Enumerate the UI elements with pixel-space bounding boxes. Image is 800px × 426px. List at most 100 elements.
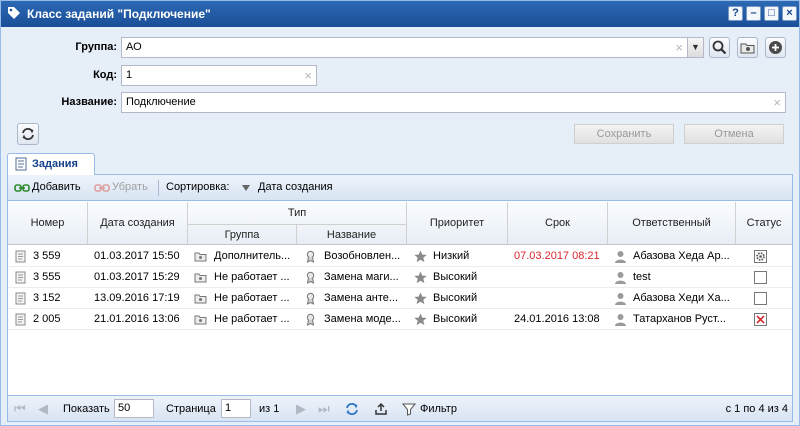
maximize-button[interactable]: □ xyxy=(764,6,779,21)
task-priority: Высокий xyxy=(433,313,478,325)
name-value: Подключение xyxy=(126,96,196,108)
task-document-icon xyxy=(15,250,26,263)
task-group: Не работает ... xyxy=(214,313,290,325)
status-cancelled-icon[interactable] xyxy=(754,313,767,326)
table-row[interactable]: 3 559 01.03.2017 15:50 Дополнитель... Возоб… xyxy=(8,246,792,267)
folder-icon xyxy=(194,252,207,262)
name-input[interactable]: Подключение × xyxy=(121,92,786,113)
award-ribbon-icon xyxy=(306,313,315,326)
group-combo-input[interactable]: АО × xyxy=(121,37,688,58)
task-created-date: 01.03.2017 15:50 xyxy=(94,250,180,262)
task-class-form: Группа: АО × ▼ Код: 1 × Название: Подклю… xyxy=(7,29,793,151)
open-folder-button[interactable] xyxy=(737,37,758,58)
task-due-date xyxy=(514,288,608,309)
col-number[interactable]: Номер xyxy=(8,202,88,245)
cancel-button[interactable]: Отмена xyxy=(684,124,784,144)
cross-icon xyxy=(756,315,765,324)
page-label: Страница xyxy=(166,403,216,415)
tag-icon xyxy=(8,7,20,19)
award-ribbon-icon xyxy=(306,250,315,263)
pager-summary: с 1 по 4 из 4 xyxy=(725,403,788,415)
col-due[interactable]: Срок xyxy=(508,202,608,245)
col-group[interactable]: Группа xyxy=(188,224,297,245)
page-size-input[interactable]: 50 xyxy=(114,399,154,418)
folder-icon xyxy=(740,43,755,54)
help-button[interactable]: ? xyxy=(728,6,743,21)
save-button[interactable]: Сохранить xyxy=(574,124,674,144)
table-row[interactable]: 3 152 13.09.2016 17:19 Не работает ... Заме… xyxy=(8,288,792,309)
title-bar[interactable]: Класс заданий "Подключение" ? – □ × xyxy=(1,1,799,27)
task-document-icon xyxy=(15,313,26,326)
col-created[interactable]: Дата создания xyxy=(88,202,188,245)
folder-icon xyxy=(194,273,207,283)
close-button[interactable]: × xyxy=(782,6,797,21)
status-in-progress-icon[interactable] xyxy=(754,250,767,263)
link-add-icon xyxy=(14,184,30,192)
task-due-date: 07.03.2017 08:21 xyxy=(514,250,600,262)
tab-strip: Задания xyxy=(7,151,793,175)
task-created-date: 13.09.2016 17:19 xyxy=(94,292,180,304)
window-title: Класс заданий "Подключение" xyxy=(27,7,211,21)
task-responsible: Абазова Хеда Ар... xyxy=(633,250,730,262)
folder-icon xyxy=(194,294,207,304)
refresh-icon xyxy=(22,128,34,140)
table-row[interactable]: 2 005 21.01.2016 13:06 Не работает ... Заме… xyxy=(8,309,792,330)
prev-page-icon[interactable]: ◀ xyxy=(38,401,48,417)
name-label: Название: xyxy=(61,96,117,108)
task-group: Не работает ... xyxy=(214,271,290,283)
code-input[interactable]: 1 × xyxy=(121,65,317,86)
chevron-down-icon[interactable]: ▼ xyxy=(687,37,704,58)
task-number: 3 152 xyxy=(33,292,61,304)
filter-button[interactable]: Фильтр xyxy=(420,403,457,415)
filter-icon[interactable] xyxy=(402,402,416,416)
task-created-date: 01.03.2017 15:29 xyxy=(94,271,180,283)
minimize-button[interactable]: – xyxy=(746,6,761,21)
page-number-input[interactable]: 1 xyxy=(221,399,251,418)
user-icon xyxy=(615,251,626,263)
clear-icon[interactable]: × xyxy=(304,66,312,85)
link-remove-icon xyxy=(94,184,110,192)
search-button[interactable] xyxy=(709,37,730,58)
task-type-name: Замена маги... xyxy=(324,271,399,283)
task-number: 3 555 xyxy=(33,271,61,283)
add-group-button[interactable] xyxy=(765,37,786,58)
last-page-icon[interactable]: ⏭ xyxy=(318,401,330,417)
folder-icon xyxy=(194,315,207,325)
first-page-icon[interactable]: ⏮ xyxy=(14,401,26,417)
col-responsible[interactable]: Ответственный xyxy=(608,202,736,245)
grid-header: Номер Дата создания Тип Группа Название … xyxy=(8,202,792,245)
table-row[interactable]: 3 555 01.03.2017 15:29 Не работает ... Заме… xyxy=(8,267,792,288)
task-priority: Высокий xyxy=(433,271,478,283)
sort-field-button[interactable]: Дата создания xyxy=(258,181,333,193)
col-name[interactable]: Название xyxy=(297,224,407,245)
clear-icon[interactable]: × xyxy=(675,38,683,57)
code-value: 1 xyxy=(126,69,133,81)
col-status[interactable]: Статус xyxy=(736,202,792,245)
status-checkbox[interactable] xyxy=(754,292,767,305)
reload-icon[interactable] xyxy=(345,402,359,416)
refresh-button[interactable] xyxy=(17,123,39,145)
task-type-name: Возобновлен... xyxy=(324,250,401,262)
add-button[interactable]: Добавить xyxy=(32,181,81,193)
task-document-icon xyxy=(15,292,26,305)
gear-icon xyxy=(756,252,765,261)
clear-icon[interactable]: × xyxy=(773,93,781,112)
task-responsible: Абазова Хеди Ха... xyxy=(633,292,730,304)
tasks-panel: Добавить Убрать Сортировка: Дата создани… xyxy=(7,175,793,422)
tab-tasks[interactable]: Задания xyxy=(7,153,95,175)
code-label: Код: xyxy=(93,69,117,81)
task-class-window: Класс заданий "Подключение" ? – □ × Груп… xyxy=(0,0,800,426)
task-created-date: 21.01.2016 13:06 xyxy=(94,313,180,325)
col-type: Тип xyxy=(188,202,407,224)
export-icon[interactable] xyxy=(374,402,388,416)
task-type-name: Замена анте... xyxy=(324,292,399,304)
col-priority[interactable]: Приоритет xyxy=(407,202,508,245)
remove-button[interactable]: Убрать xyxy=(112,181,148,193)
next-page-icon[interactable]: ▶ xyxy=(296,401,306,417)
priority-star-icon xyxy=(414,313,427,326)
status-checkbox[interactable] xyxy=(754,271,767,284)
task-group: Дополнитель... xyxy=(214,250,291,262)
tab-tasks-label: Задания xyxy=(32,158,78,170)
task-number: 3 559 xyxy=(33,250,61,262)
user-icon xyxy=(615,293,626,305)
